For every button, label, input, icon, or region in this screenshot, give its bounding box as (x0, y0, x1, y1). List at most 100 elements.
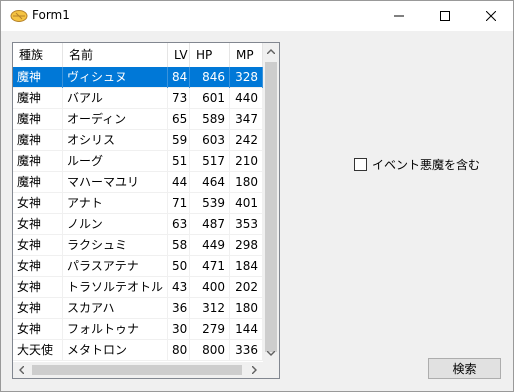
column-header-race[interactable]: 種族 (13, 43, 63, 67)
search-button[interactable]: 検索 (428, 358, 501, 379)
cell-race: 魔神 (13, 130, 63, 151)
maximize-button[interactable] (422, 1, 468, 31)
table-row[interactable]: 女神 アナト 71 539 401 (13, 193, 263, 214)
table-row[interactable]: 女神 スカアハ 36 312 180 (13, 298, 263, 319)
cell-hp: 464 (190, 172, 230, 193)
cell-name: バアル (63, 88, 168, 109)
cell-mp: 180 (230, 298, 263, 319)
close-icon (486, 11, 496, 21)
column-header-mp[interactable]: MP (230, 43, 263, 67)
cell-lv: 44 (168, 172, 190, 193)
cell-mp: 144 (230, 319, 263, 340)
vertical-scroll-thumb[interactable] (265, 62, 277, 352)
table-row[interactable]: 女神 フォルトゥナ 30 279 144 (13, 319, 263, 340)
cell-hp: 312 (190, 298, 230, 319)
cell-hp: 487 (190, 214, 230, 235)
table-row[interactable]: 魔神 ルーグ 51 517 210 (13, 151, 263, 172)
cell-lv: 84 (168, 67, 190, 88)
horizontal-scroll-thumb[interactable] (32, 365, 242, 375)
cell-mp: 336 (230, 340, 263, 361)
cell-mp: 298 (230, 235, 263, 256)
scroll-left-button[interactable] (13, 362, 30, 378)
table-row[interactable]: 大天使 メタトロン 80 800 336 (13, 340, 263, 361)
scroll-up-button[interactable] (263, 43, 279, 60)
cell-lv: 36 (168, 298, 190, 319)
cell-hp: 449 (190, 235, 230, 256)
table-row[interactable]: 女神 ノルン 63 487 353 (13, 214, 263, 235)
horizontal-scrollbar[interactable] (13, 362, 263, 378)
include-event-demons-checkbox[interactable]: イベント悪魔を含む (354, 156, 480, 173)
maximize-icon (440, 11, 450, 21)
cell-race: 女神 (13, 235, 63, 256)
table-row[interactable]: 魔神 オーディン 65 589 347 (13, 109, 263, 130)
chevron-down-icon (267, 351, 275, 356)
cell-name: ノルン (63, 214, 168, 235)
cell-name: ラクシュミ (63, 235, 168, 256)
cell-race: 女神 (13, 298, 63, 319)
table-row[interactable]: 女神 ラクシュミ 58 449 298 (13, 235, 263, 256)
cell-mp: 353 (230, 214, 263, 235)
cell-mp: 242 (230, 130, 263, 151)
column-header-lv[interactable]: LV (168, 43, 190, 67)
cell-lv: 30 (168, 319, 190, 340)
cell-hp: 589 (190, 109, 230, 130)
close-button[interactable] (468, 1, 514, 31)
minimize-icon (394, 15, 404, 17)
cell-race: 魔神 (13, 67, 63, 88)
cell-mp: 202 (230, 277, 263, 298)
demon-list-view[interactable]: 種族 名前 LV HP MP 魔神 ヴィシュヌ 84 846 328 魔神 バア… (12, 42, 280, 379)
cell-lv: 80 (168, 340, 190, 361)
cell-name: オシリス (63, 130, 168, 151)
cell-hp: 471 (190, 256, 230, 277)
cell-race: 大天使 (13, 340, 63, 361)
cell-race: 女神 (13, 214, 63, 235)
table-row[interactable]: 魔神 マハーマユリ 44 464 180 (13, 172, 263, 193)
title-bar[interactable]: Form1 (1, 1, 513, 31)
list-rows: 魔神 ヴィシュヌ 84 846 328 魔神 バアル 73 601 440 魔神… (13, 67, 263, 361)
cell-lv: 65 (168, 109, 190, 130)
cell-lv: 43 (168, 277, 190, 298)
cell-name: スカアハ (63, 298, 168, 319)
main-window: Form1 種族 名前 LV HP MP 魔神 ヴィシュヌ 84 846 328 (0, 0, 514, 392)
cell-mp: 328 (230, 67, 263, 88)
minimize-button[interactable] (376, 1, 422, 31)
scroll-right-button[interactable] (246, 362, 263, 378)
chevron-left-icon (19, 366, 24, 374)
cell-name: マハーマユリ (63, 172, 168, 193)
cell-mp: 347 (230, 109, 263, 130)
list-header: 種族 名前 LV HP MP (13, 43, 263, 67)
table-row[interactable]: 魔神 バアル 73 601 440 (13, 88, 263, 109)
cell-hp: 603 (190, 130, 230, 151)
cell-lv: 63 (168, 214, 190, 235)
cell-name: アナト (63, 193, 168, 214)
cell-hp: 539 (190, 193, 230, 214)
cell-mp: 440 (230, 88, 263, 109)
cell-lv: 51 (168, 151, 190, 172)
cell-mp: 184 (230, 256, 263, 277)
cell-name: メタトロン (63, 340, 168, 361)
chevron-up-icon (267, 49, 275, 54)
checkbox-box[interactable] (354, 158, 367, 171)
scrollbar-corner (263, 362, 279, 378)
cell-race: 魔神 (13, 109, 63, 130)
cell-lv: 71 (168, 193, 190, 214)
table-row[interactable]: 女神 パラスアテナ 50 471 184 (13, 256, 263, 277)
checkbox-label[interactable]: イベント悪魔を含む (372, 156, 480, 173)
cell-race: 女神 (13, 277, 63, 298)
cell-hp: 800 (190, 340, 230, 361)
scroll-down-button[interactable] (263, 345, 279, 362)
vertical-scrollbar[interactable] (263, 43, 279, 362)
table-row[interactable]: 魔神 ヴィシュヌ 84 846 328 (13, 67, 263, 88)
cell-name: パラスアテナ (63, 256, 168, 277)
cell-hp: 400 (190, 277, 230, 298)
cell-name: トラソルテオトル (63, 277, 168, 298)
table-row[interactable]: 女神 トラソルテオトル 43 400 202 (13, 277, 263, 298)
column-header-name[interactable]: 名前 (63, 43, 168, 67)
column-header-hp[interactable]: HP (190, 43, 230, 67)
cell-race: 女神 (13, 193, 63, 214)
cell-hp: 517 (190, 151, 230, 172)
cell-name: ルーグ (63, 151, 168, 172)
cell-race: 女神 (13, 256, 63, 277)
table-row[interactable]: 魔神 オシリス 59 603 242 (13, 130, 263, 151)
cell-mp: 210 (230, 151, 263, 172)
